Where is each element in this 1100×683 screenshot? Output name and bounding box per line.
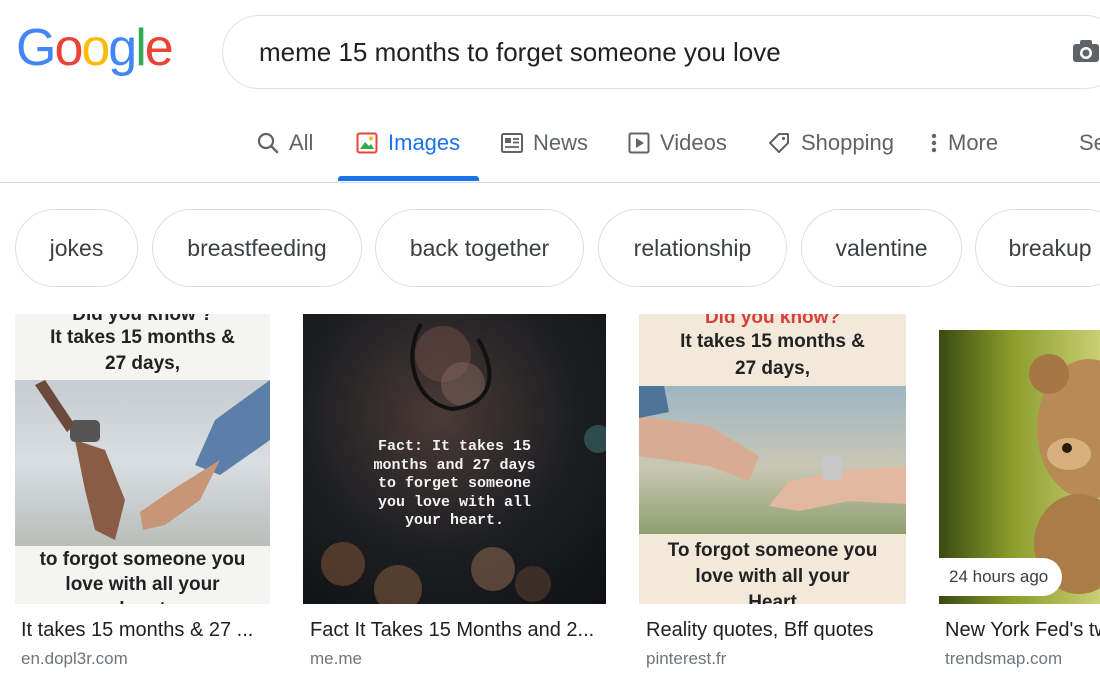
image-text: months and 27 days [373, 456, 536, 474]
image-text: you love with all [377, 493, 532, 511]
image-text: heart [15, 597, 270, 604]
tab-label: More [948, 130, 999, 155]
search-icon [257, 132, 279, 154]
chip-jokes[interactable]: jokes [15, 209, 138, 287]
tab-videos[interactable]: Videos [628, 128, 727, 158]
image-text: to forget someone [377, 475, 532, 492]
result-title[interactable]: It takes 15 months & 27 ... [21, 619, 266, 642]
search-box[interactable] [222, 15, 1100, 89]
tab-label: Shopping [801, 130, 894, 155]
result-image-4[interactable]: 24 hours ago [939, 314, 1100, 604]
photo-holding-hands [15, 380, 270, 546]
result-image-1[interactable]: Did you know ? It takes 15 months & 27 d… [15, 314, 270, 604]
chip-label: breastfeeding [187, 234, 327, 261]
video-icon [628, 132, 650, 154]
time-badge: 24 hours ago [939, 558, 1063, 596]
result-image-3[interactable]: Did you know? It takes 15 months & 27 da… [639, 314, 906, 604]
image-text: 27 days, [735, 358, 810, 379]
active-tab-indicator [338, 176, 479, 181]
result-title[interactable]: Fact It Takes 15 Months and 2... [310, 619, 600, 642]
google-logo[interactable]: Google [16, 19, 174, 77]
news-icon [501, 133, 523, 153]
chip-label: relationship [633, 234, 752, 261]
chip-label: back together [409, 234, 550, 261]
chip-breastfeeding[interactable]: breastfeeding [152, 209, 362, 287]
image-text: love with all your [65, 574, 220, 595]
logo-letter: l [135, 19, 146, 77]
image-text: to forgot someone you [39, 549, 246, 570]
more-vert-icon [930, 132, 938, 154]
image-text: your heart. [404, 512, 505, 529]
image-caption-text: Fact: It takes 15 months and 27 days to … [303, 438, 606, 531]
tab-label: Images [388, 130, 461, 155]
image-text: love with all your [695, 566, 850, 587]
chip-label: valentine [835, 234, 928, 261]
result-source: en.dopl3r.com [21, 649, 128, 668]
search-input[interactable] [257, 35, 1021, 69]
chip-valentine[interactable]: valentine [801, 209, 962, 287]
result-source: trendsmap.com [945, 649, 1063, 668]
chip-breakup[interactable]: breakup [975, 209, 1100, 287]
image-text: It takes 15 months & [50, 327, 235, 348]
tab-settings[interactable]: Se [1079, 128, 1100, 158]
logo-letter: G [16, 19, 56, 77]
image-text: It takes 15 months & [680, 331, 865, 352]
image-text: 27 days, [105, 353, 180, 374]
result-source: me.me [310, 649, 362, 668]
logo-letter: g [108, 19, 137, 77]
image-text: Fact: It takes 15 [377, 438, 532, 455]
image-icon [356, 132, 378, 154]
image-text: To forgot someone you [667, 540, 878, 561]
search-tabs: All Images News Videos Shopping More Se [0, 116, 1100, 183]
chip-label: breakup [1008, 234, 1092, 261]
tab-label: News [533, 130, 589, 155]
photo-holding-hands [639, 386, 906, 534]
tab-news[interactable]: News [501, 128, 588, 158]
tab-images[interactable]: Images [356, 128, 460, 158]
logo-letter: e [144, 19, 174, 77]
tab-shopping[interactable]: Shopping [767, 128, 894, 158]
result-source: pinterest.fr [646, 649, 727, 668]
result-title[interactable]: Reality quotes, Bff quotes [646, 619, 906, 642]
tab-label: All [289, 130, 314, 155]
result-image-2[interactable]: Fact: It takes 15 months and 27 days to … [303, 314, 606, 604]
chip-label: jokes [49, 234, 104, 261]
tag-icon [767, 131, 791, 155]
logo-letter: o [81, 19, 110, 77]
tab-label: Videos [660, 130, 727, 155]
logo-letter: o [54, 19, 83, 77]
chip-back-together[interactable]: back together [375, 209, 584, 287]
tab-all[interactable]: All [257, 128, 313, 158]
camera-icon[interactable] [1071, 36, 1100, 66]
image-text: Heart [748, 592, 797, 604]
chip-relationship[interactable]: relationship [598, 209, 787, 287]
tab-label: Se [1079, 130, 1100, 155]
result-title[interactable]: New York Fed's tw [945, 619, 1100, 642]
tab-more[interactable]: More [930, 128, 998, 158]
